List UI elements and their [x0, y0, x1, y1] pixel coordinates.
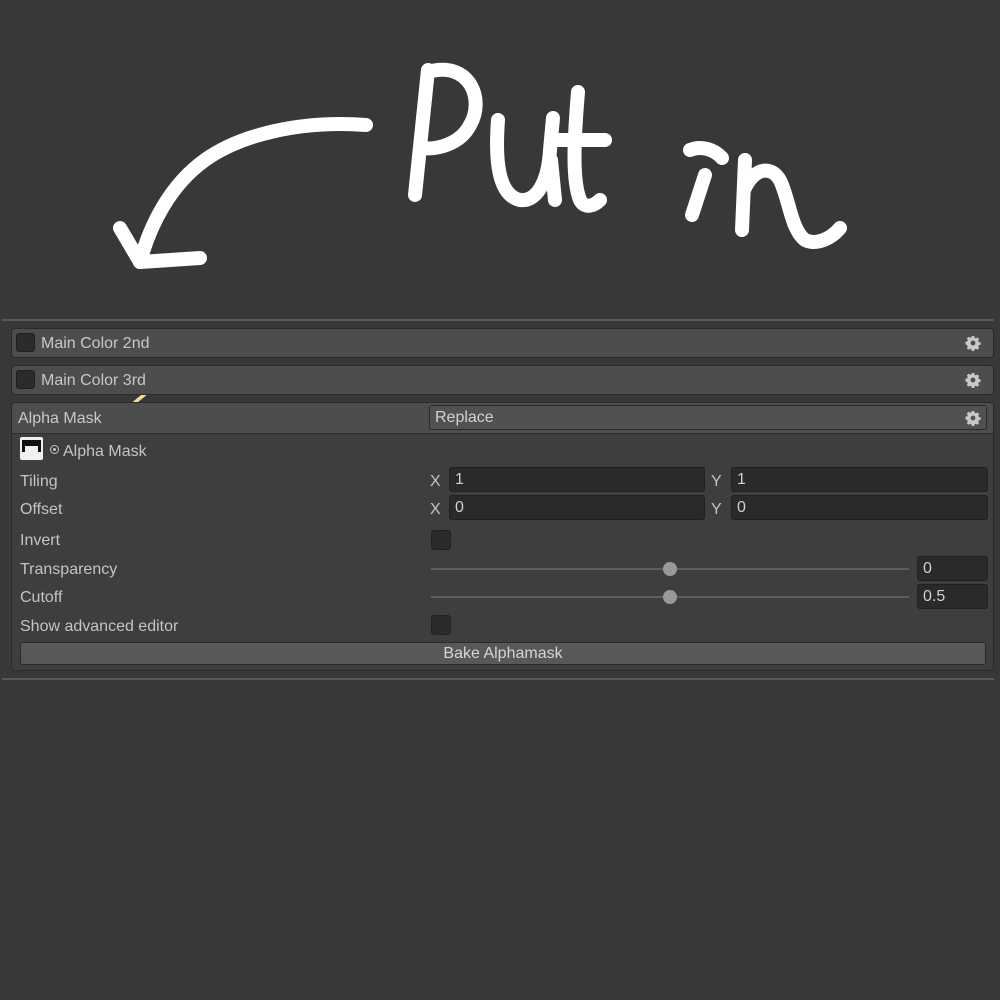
letter-t: [548, 85, 612, 213]
transparency-label: Transparency: [20, 561, 118, 578]
offset-x-value: 0: [455, 499, 464, 516]
tiling-y-value: 1: [737, 471, 746, 488]
main-color-2nd-section[interactable]: Main Color 2nd: [11, 328, 994, 358]
main-color-2nd-toggle[interactable]: [16, 333, 35, 352]
gear-icon[interactable]: [965, 410, 981, 426]
letter-n: [735, 153, 847, 249]
inspector-window: Main Color 2nd Main Color 3rd Alpha Mask…: [0, 0, 1000, 1000]
cutoff-value: 0.5: [923, 588, 946, 605]
show-advanced-editor-checkbox[interactable]: [431, 615, 451, 635]
object-picker-icon[interactable]: [50, 445, 59, 454]
alpha-mask-texture-label: Alpha Mask: [63, 443, 147, 460]
transparency-slider-handle[interactable]: [663, 562, 677, 576]
letter-u: [490, 111, 562, 208]
offset-y-field[interactable]: 0: [731, 495, 988, 520]
main-color-2nd-label: Main Color 2nd: [41, 335, 150, 352]
main-color-3rd-label: Main Color 3rd: [41, 372, 146, 389]
letter-i: [683, 141, 729, 222]
transparency-value: 0: [923, 560, 932, 577]
offset-x-label: X: [430, 501, 441, 518]
letter-p: [408, 62, 483, 202]
invert-label: Invert: [20, 532, 61, 549]
main-color-3rd-toggle[interactable]: [16, 370, 35, 389]
tiling-x-field[interactable]: 1: [449, 467, 705, 492]
offset-y-value: 0: [737, 499, 746, 516]
gear-icon[interactable]: [965, 335, 981, 351]
tiling-y-field[interactable]: 1: [731, 467, 988, 492]
main-color-3rd-section[interactable]: Main Color 3rd: [11, 365, 994, 395]
cutoff-field[interactable]: 0.5: [917, 584, 988, 609]
cutoff-label: Cutoff: [20, 589, 63, 606]
transparency-field[interactable]: 0: [917, 556, 988, 581]
offset-label: Offset: [20, 501, 63, 518]
offset-x-field[interactable]: 0: [449, 495, 705, 520]
alpha-mask-header-label: Alpha Mask: [18, 410, 102, 427]
bottom-divider: [2, 678, 994, 680]
texture-thumbnail[interactable]: [20, 437, 43, 460]
alpha-mask-header[interactable]: Alpha Mask Replace: [12, 403, 993, 434]
cutoff-slider-handle[interactable]: [663, 590, 677, 604]
annotation-arrowhead-right: [133, 251, 207, 269]
offset-y-label: Y: [711, 501, 722, 518]
alpha-mask-panel: Alpha Mask Replace Alpha Mask Tiling X 1…: [11, 402, 994, 671]
annotation-arrow: [133, 117, 373, 269]
show-advanced-editor-label: Show advanced editor: [20, 618, 179, 635]
tiling-label: Tiling: [20, 473, 58, 490]
annotation-arrowhead-left: [113, 221, 147, 269]
top-divider: [2, 319, 994, 321]
gear-icon[interactable]: [965, 372, 981, 388]
tiling-x-label: X: [430, 473, 441, 490]
bake-alphamask-button[interactable]: Bake Alphamask: [20, 642, 986, 665]
alpha-mask-mode-value: Replace: [435, 409, 494, 426]
tiling-y-label: Y: [711, 473, 722, 490]
tiling-x-value: 1: [455, 471, 464, 488]
invert-checkbox[interactable]: [431, 530, 451, 550]
alpha-mask-mode-dropdown[interactable]: Replace: [429, 405, 987, 430]
